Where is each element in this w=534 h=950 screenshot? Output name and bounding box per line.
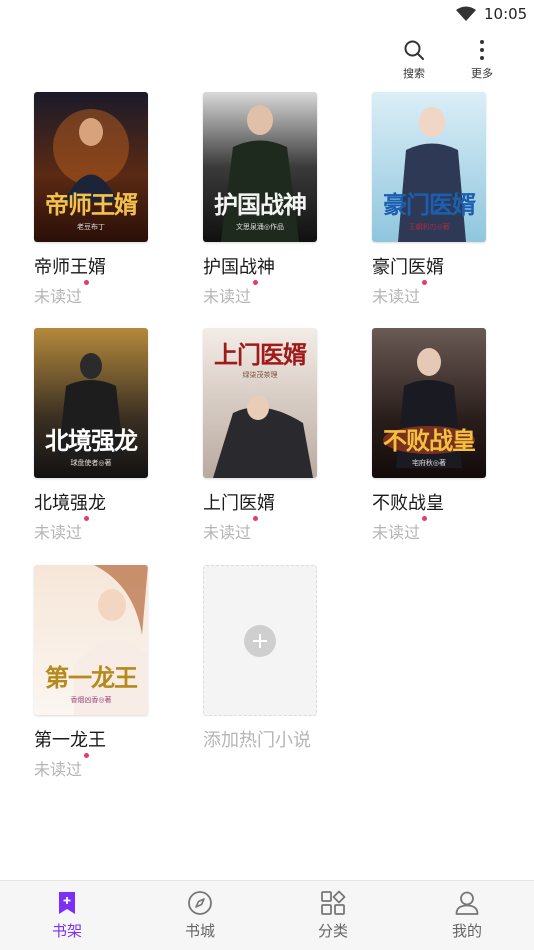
read-status-text: 未读过 xyxy=(372,287,421,306)
read-status-text: 未读过 xyxy=(34,287,83,306)
add-book-placeholder xyxy=(203,565,317,716)
nav-profile[interactable]: 我的 xyxy=(400,881,534,950)
book-status: 未读过 xyxy=(34,753,90,780)
unread-dot xyxy=(84,516,90,521)
search-button[interactable]: 搜索 xyxy=(389,38,439,84)
read-status-text: 未读过 xyxy=(34,523,83,542)
unread-dot xyxy=(84,280,90,285)
cover-author: 绿柒茂茶理 xyxy=(242,371,278,379)
nav-label: 我的 xyxy=(451,922,482,940)
unread-dot xyxy=(253,280,259,285)
book-cover: 北境强龙 球盘使者◎著 xyxy=(34,328,148,478)
book-cover: 护国战神 文思泉涌◎作品 xyxy=(203,92,317,242)
cover-title: 第一龙王 xyxy=(45,663,138,692)
search-icon xyxy=(404,40,424,60)
nav-label: 书城 xyxy=(184,922,215,940)
cover-author: 文思泉涌◎作品 xyxy=(235,223,285,231)
book-title: 上门医婿 xyxy=(203,493,275,514)
unread-dot xyxy=(422,516,428,521)
search-label: 搜索 xyxy=(403,67,425,80)
cover-author: 老豆布丁 xyxy=(77,223,105,231)
book-item[interactable]: 豪门医婿 王朝利刃◎著 豪门医婿 未读过 xyxy=(372,92,522,306)
book-status: 未读过 xyxy=(372,280,428,307)
book-title: 不败战皇 xyxy=(372,493,444,514)
book-status: 未读过 xyxy=(203,516,259,543)
status-time: 10:05 xyxy=(484,5,528,23)
add-book-button[interactable]: 添加热门小说 xyxy=(203,565,353,765)
wifi-icon xyxy=(456,6,476,21)
more-label: 更多 xyxy=(471,67,493,80)
status-bar: 10:05 xyxy=(0,0,534,28)
bottom-nav: 书架 书城 分类 我的 xyxy=(0,880,534,950)
cover-title: 北境强龙 xyxy=(45,426,138,455)
nav-label: 书架 xyxy=(51,922,82,940)
category-icon xyxy=(321,890,346,915)
cover-title: 不败战皇 xyxy=(383,426,476,455)
book-cover: 豪门医婿 王朝利刃◎著 xyxy=(372,92,486,242)
book-title: 第一龙王 xyxy=(34,730,106,751)
book-item[interactable]: 北境强龙 球盘使者◎著 北境强龙 未读过 xyxy=(34,328,184,542)
book-status: 未读过 xyxy=(34,516,90,543)
cover-title: 上门医婿 xyxy=(214,340,307,369)
book-title: 护国战神 xyxy=(203,257,275,278)
compass-icon xyxy=(188,891,212,915)
cover-author: 球盘使者◎著 xyxy=(70,459,112,467)
book-item[interactable]: 帝师王婿 老豆布丁 帝师王婿 未读过 xyxy=(34,92,184,306)
nav-bookshelf[interactable]: 书架 xyxy=(0,881,134,950)
book-title: 北境强龙 xyxy=(34,493,106,514)
unread-dot xyxy=(422,280,428,285)
user-icon xyxy=(455,891,479,915)
nav-bookstore[interactable]: 书城 xyxy=(133,881,267,950)
read-status-text: 未读过 xyxy=(203,287,252,306)
book-cover: 帝师王婿 老豆布丁 xyxy=(34,92,148,242)
book-item[interactable]: 护国战神 文思泉涌◎作品 护国战神 未读过 xyxy=(203,92,353,306)
bookmark-icon xyxy=(59,892,75,914)
book-cover: 不败战皇 宅府秋◎著 xyxy=(372,328,486,478)
book-title: 帝师王婿 xyxy=(34,257,106,278)
book-item[interactable]: 第一龙王 香烟凶香◎著 第一龙王 未读过 xyxy=(34,565,184,779)
cover-title: 豪门医婿 xyxy=(383,190,476,219)
cover-title: 帝师王婿 xyxy=(45,190,138,219)
book-cover: 第一龙王 香烟凶香◎著 xyxy=(34,565,148,715)
book-cover: 上门医婿 绿柒茂茶理 xyxy=(203,328,317,478)
book-item[interactable]: 不败战皇 宅府秋◎著 不败战皇 未读过 xyxy=(372,328,522,542)
book-status: 未读过 xyxy=(34,280,90,307)
read-status-text: 未读过 xyxy=(372,523,421,542)
book-status: 未读过 xyxy=(372,516,428,543)
nav-label: 分类 xyxy=(317,922,348,940)
book-title: 豪门医婿 xyxy=(372,257,444,278)
book-item[interactable]: 上门医婿 绿柒茂茶理 上门医婿 未读过 xyxy=(203,328,353,542)
more-vertical-icon xyxy=(480,40,484,60)
cover-author: 宅府秋◎著 xyxy=(411,459,447,467)
nav-category[interactable]: 分类 xyxy=(266,881,400,950)
more-button[interactable]: 更多 xyxy=(457,38,507,84)
cover-title: 护国战神 xyxy=(214,190,307,219)
book-status: 未读过 xyxy=(203,280,259,307)
unread-dot xyxy=(84,753,90,758)
unread-dot xyxy=(253,516,259,521)
plus-icon xyxy=(244,625,276,657)
add-book-label: 添加热门小说 xyxy=(203,730,311,751)
read-status-text: 未读过 xyxy=(34,760,83,779)
cover-author: 香烟凶香◎著 xyxy=(70,696,112,704)
read-status-text: 未读过 xyxy=(203,523,252,542)
cover-author: 王朝利刃◎著 xyxy=(408,223,450,231)
